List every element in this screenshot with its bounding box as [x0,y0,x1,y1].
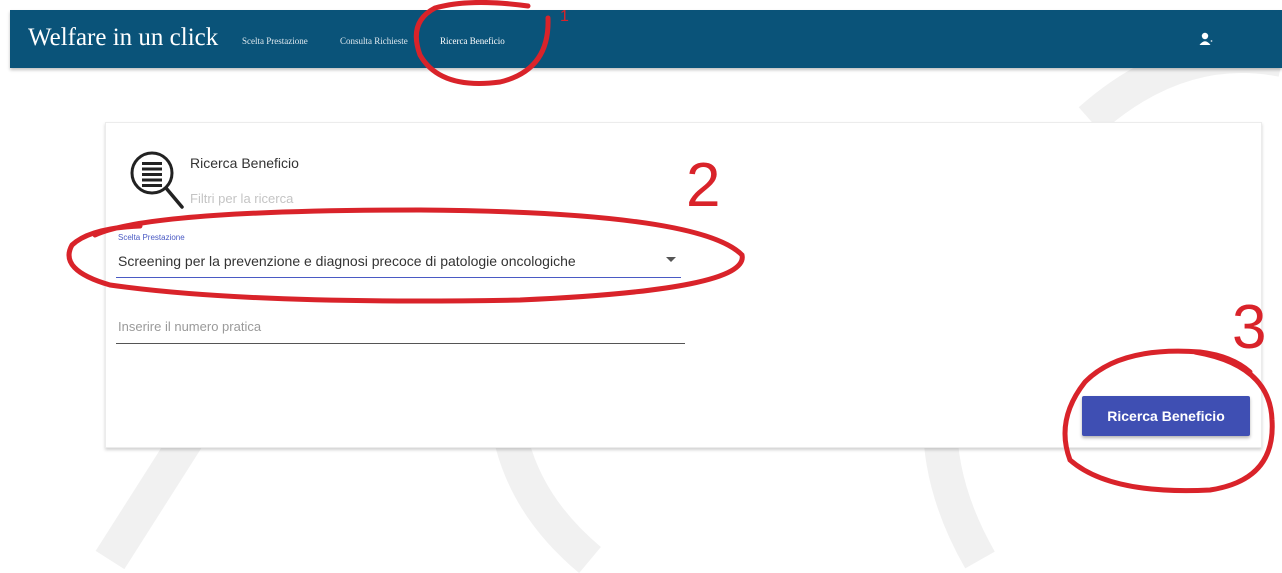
card-subtitle: Filtri per la ricerca [190,191,294,206]
top-navbar: Welfare in un click Scelta Prestazione C… [10,10,1282,68]
brand-title[interactable]: Welfare in un click [28,24,218,52]
annotation-number-2: 2 [686,151,721,220]
select-label: Scelta Prestazione [118,233,185,242]
card-title: Ricerca Beneficio [190,155,299,171]
user-icon[interactable] [1196,30,1214,48]
search-card: Ricerca Beneficio Filtri per la ricerca … [105,122,1262,448]
scelta-prestazione-select[interactable]: Screening per la prevenzione e diagnosi … [116,243,681,278]
nav-link-ricerca-beneficio[interactable]: Ricerca Beneficio [440,36,505,46]
nav-link-scelta-prestazione[interactable]: Scelta Prestazione [242,36,308,46]
annotation-number-1: 1 [560,8,569,25]
annotation-number-3: 3 [1232,293,1267,362]
ricerca-beneficio-button[interactable]: Ricerca Beneficio [1082,396,1250,436]
nav-link-consulta-richieste[interactable]: Consulta Richieste [340,36,408,46]
select-value: Screening per la prevenzione e diagnosi … [118,253,576,269]
search-document-icon [130,151,184,209]
numero-pratica-input[interactable] [116,309,685,344]
chevron-down-icon[interactable] [666,257,676,262]
